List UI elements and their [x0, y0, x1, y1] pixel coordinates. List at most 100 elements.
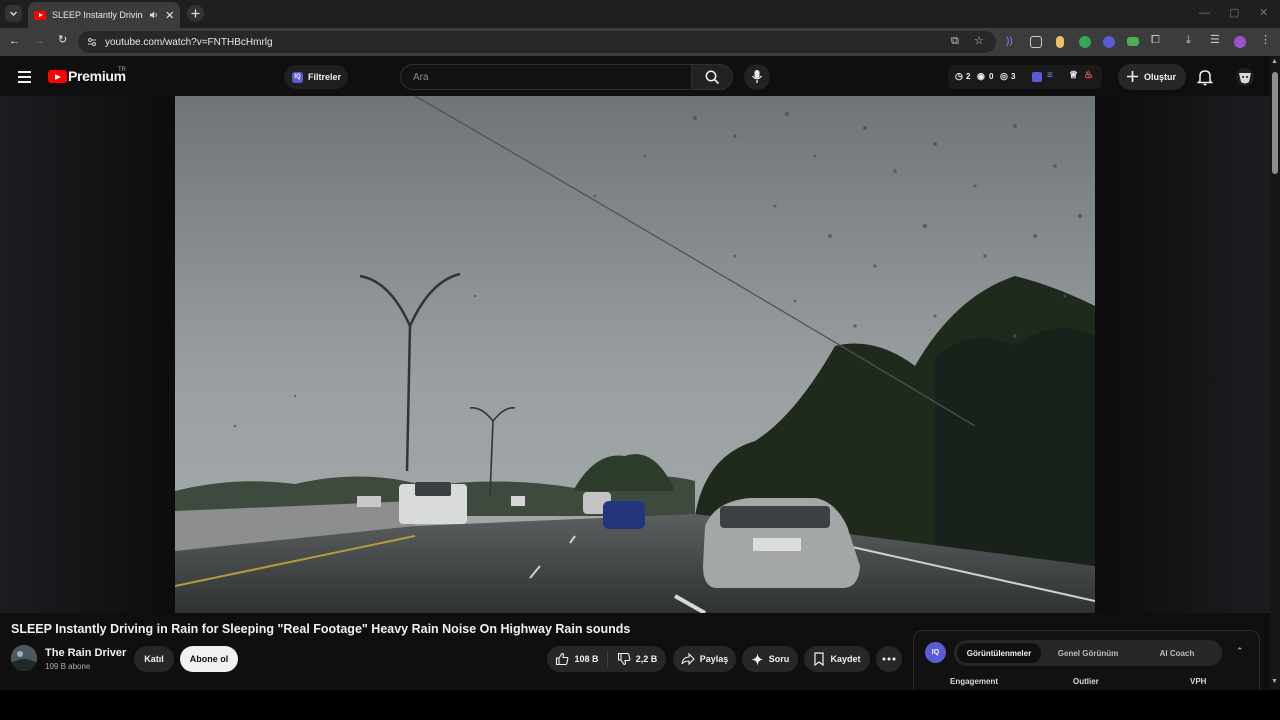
bookmark-icon: [814, 652, 825, 666]
cast-icon[interactable]: ⧉: [951, 36, 959, 47]
iq-tab-ai-coach[interactable]: AI Coach: [1141, 643, 1213, 663]
eye-icon: ◎: [1000, 71, 1008, 81]
site-info-icon[interactable]: [87, 37, 97, 47]
dislike-button[interactable]: 2,2 B: [608, 646, 666, 672]
close-tab-icon[interactable]: [165, 10, 174, 20]
forward-arrow-icon[interactable]: →: [34, 36, 45, 47]
iq-collapse-chevron-icon[interactable]: ⌃: [1236, 646, 1244, 657]
plus-icon: [191, 9, 200, 18]
tab-search-button[interactable]: [5, 5, 22, 22]
extension-green-icon[interactable]: [1079, 36, 1091, 48]
youtube-favicon-icon: [34, 10, 46, 20]
trophy-icon[interactable]: ♕: [1069, 70, 1078, 81]
more-horizontal-icon: [882, 657, 896, 661]
browser-menu-icon[interactable]: ⋮: [1260, 35, 1271, 46]
alert-icon[interactable]: ♨: [1084, 70, 1093, 81]
profile-avatar[interactable]: [1234, 36, 1246, 48]
tab-title: SLEEP Instantly Driving in R: [52, 10, 143, 20]
iq-col-outlier: Outlier: [1073, 677, 1099, 686]
voice-search-button[interactable]: [744, 64, 770, 90]
back-arrow-icon[interactable]: ←: [9, 36, 20, 47]
subscribe-label: Abone ol: [189, 654, 229, 664]
browser-address-bar: ← → ↻ youtube.com/watch?v=FNTHBcHmrlg ⧉ …: [0, 28, 1280, 56]
filters-label: Filtreler: [308, 72, 342, 82]
extension-lime-icon[interactable]: [1127, 37, 1139, 46]
like-button[interactable]: 108 B: [547, 646, 607, 672]
share-button[interactable]: Paylaş: [673, 646, 736, 672]
reload-icon[interactable]: ↻: [58, 35, 67, 46]
account-avatar[interactable]: [1235, 67, 1255, 87]
extension-wave-icon[interactable]: )): [1006, 36, 1018, 48]
browser-tab-bar: SLEEP Instantly Driving in R — ▢ ✕: [0, 0, 1280, 28]
country-code: TR: [118, 67, 126, 73]
sparkle-icon: [751, 653, 764, 665]
iq-logo-icon[interactable]: IQ: [925, 642, 946, 663]
subscriber-count: 109 B abone: [45, 662, 91, 671]
extension-screen-icon[interactable]: [1030, 36, 1042, 48]
iq-col-engagement: Engagement: [950, 677, 999, 686]
video-title: SLEEP Instantly Driving in Rain for Slee…: [11, 622, 631, 636]
bookmark-star-icon[interactable]: ☆: [974, 36, 984, 47]
ask-button[interactable]: Soru: [742, 646, 798, 672]
notifications-button[interactable]: [1194, 66, 1216, 88]
join-button[interactable]: Katıl: [134, 646, 174, 672]
scroll-down-arrow-icon[interactable]: ▼: [1271, 678, 1278, 685]
window-close-icon[interactable]: ✕: [1259, 8, 1268, 19]
plus-icon: [1127, 71, 1138, 82]
save-label: Kaydet: [830, 654, 861, 664]
thumbs-up-icon: [556, 652, 569, 666]
stat-clock-count: 2: [966, 72, 971, 81]
create-label: Oluştur: [1144, 72, 1177, 82]
subscribe-button[interactable]: Abone ol: [180, 646, 238, 672]
video-frame-rainy-highway: [175, 96, 1095, 613]
search-icon: [705, 70, 720, 85]
character-avatar-icon: [1236, 68, 1254, 86]
video-player[interactable]: [175, 96, 1095, 613]
chevron-down-icon: [10, 11, 17, 16]
thumbs-down-icon: [617, 652, 631, 666]
browser-tab-active[interactable]: SLEEP Instantly Driving in R: [28, 2, 180, 28]
url-field[interactable]: youtube.com/watch?v=FNTHBcHmrlg ⧉ ☆: [78, 31, 996, 53]
search-box: [400, 64, 692, 90]
clock-icon: ◷: [955, 71, 963, 81]
reading-list-icon[interactable]: ☰: [1210, 35, 1220, 46]
extension-stats-bar[interactable]: ◷ 2 ◉ 0 ◎ 3 ≡ ♕ ♨: [948, 65, 1102, 89]
microphone-icon: [751, 70, 763, 83]
channel-name[interactable]: The Rain Driver: [45, 647, 126, 659]
iq-small-icon[interactable]: [1032, 72, 1042, 82]
channel-avatar-image: [11, 645, 37, 671]
create-button[interactable]: Oluştur: [1118, 64, 1186, 90]
taskbar-strip: [0, 690, 1280, 720]
like-count: 108 B: [574, 654, 599, 664]
iq-tab-views[interactable]: Görüntülenmeler: [957, 643, 1041, 663]
window-minimize-icon[interactable]: —: [1199, 8, 1210, 19]
new-tab-button[interactable]: [187, 5, 204, 22]
extension-yellow-icon[interactable]: [1056, 36, 1064, 48]
views-icon: ◉: [977, 71, 985, 81]
scroll-up-arrow-icon[interactable]: ▲: [1271, 58, 1278, 65]
filters-button[interactable]: IQ Filtreler: [284, 65, 348, 89]
dislike-count: 2,2 B: [635, 654, 658, 664]
url-text: youtube.com/watch?v=FNTHBcHmrlg: [105, 36, 273, 48]
save-button[interactable]: Kaydet: [804, 646, 870, 672]
extension-purple-icon[interactable]: [1103, 36, 1115, 48]
extensions-puzzle-icon[interactable]: ⧠: [1151, 35, 1160, 46]
list-icon[interactable]: ≡: [1047, 70, 1053, 81]
iq-col-vph: VPH: [1190, 677, 1207, 686]
more-actions-button[interactable]: [876, 646, 902, 672]
share-arrow-icon: [681, 652, 695, 666]
scrollbar-thumb[interactable]: [1272, 72, 1278, 174]
join-label: Katıl: [144, 654, 164, 664]
search-input[interactable]: [413, 70, 683, 85]
stat-eye-count: 3: [1011, 72, 1016, 81]
search-button[interactable]: [691, 64, 733, 90]
window-restore-icon[interactable]: ▢: [1229, 8, 1239, 19]
channel-avatar[interactable]: [11, 645, 37, 671]
download-icon[interactable]: ⤓: [1186, 35, 1191, 46]
speaker-icon[interactable]: [149, 10, 158, 20]
stat-views-count: 0: [989, 72, 994, 81]
youtube-logo-icon[interactable]: [48, 70, 67, 83]
share-label: Paylaş: [699, 654, 729, 664]
iq-extension-icon: IQ: [292, 71, 303, 83]
iq-tab-overview[interactable]: Genel Görünüm: [1049, 643, 1127, 663]
